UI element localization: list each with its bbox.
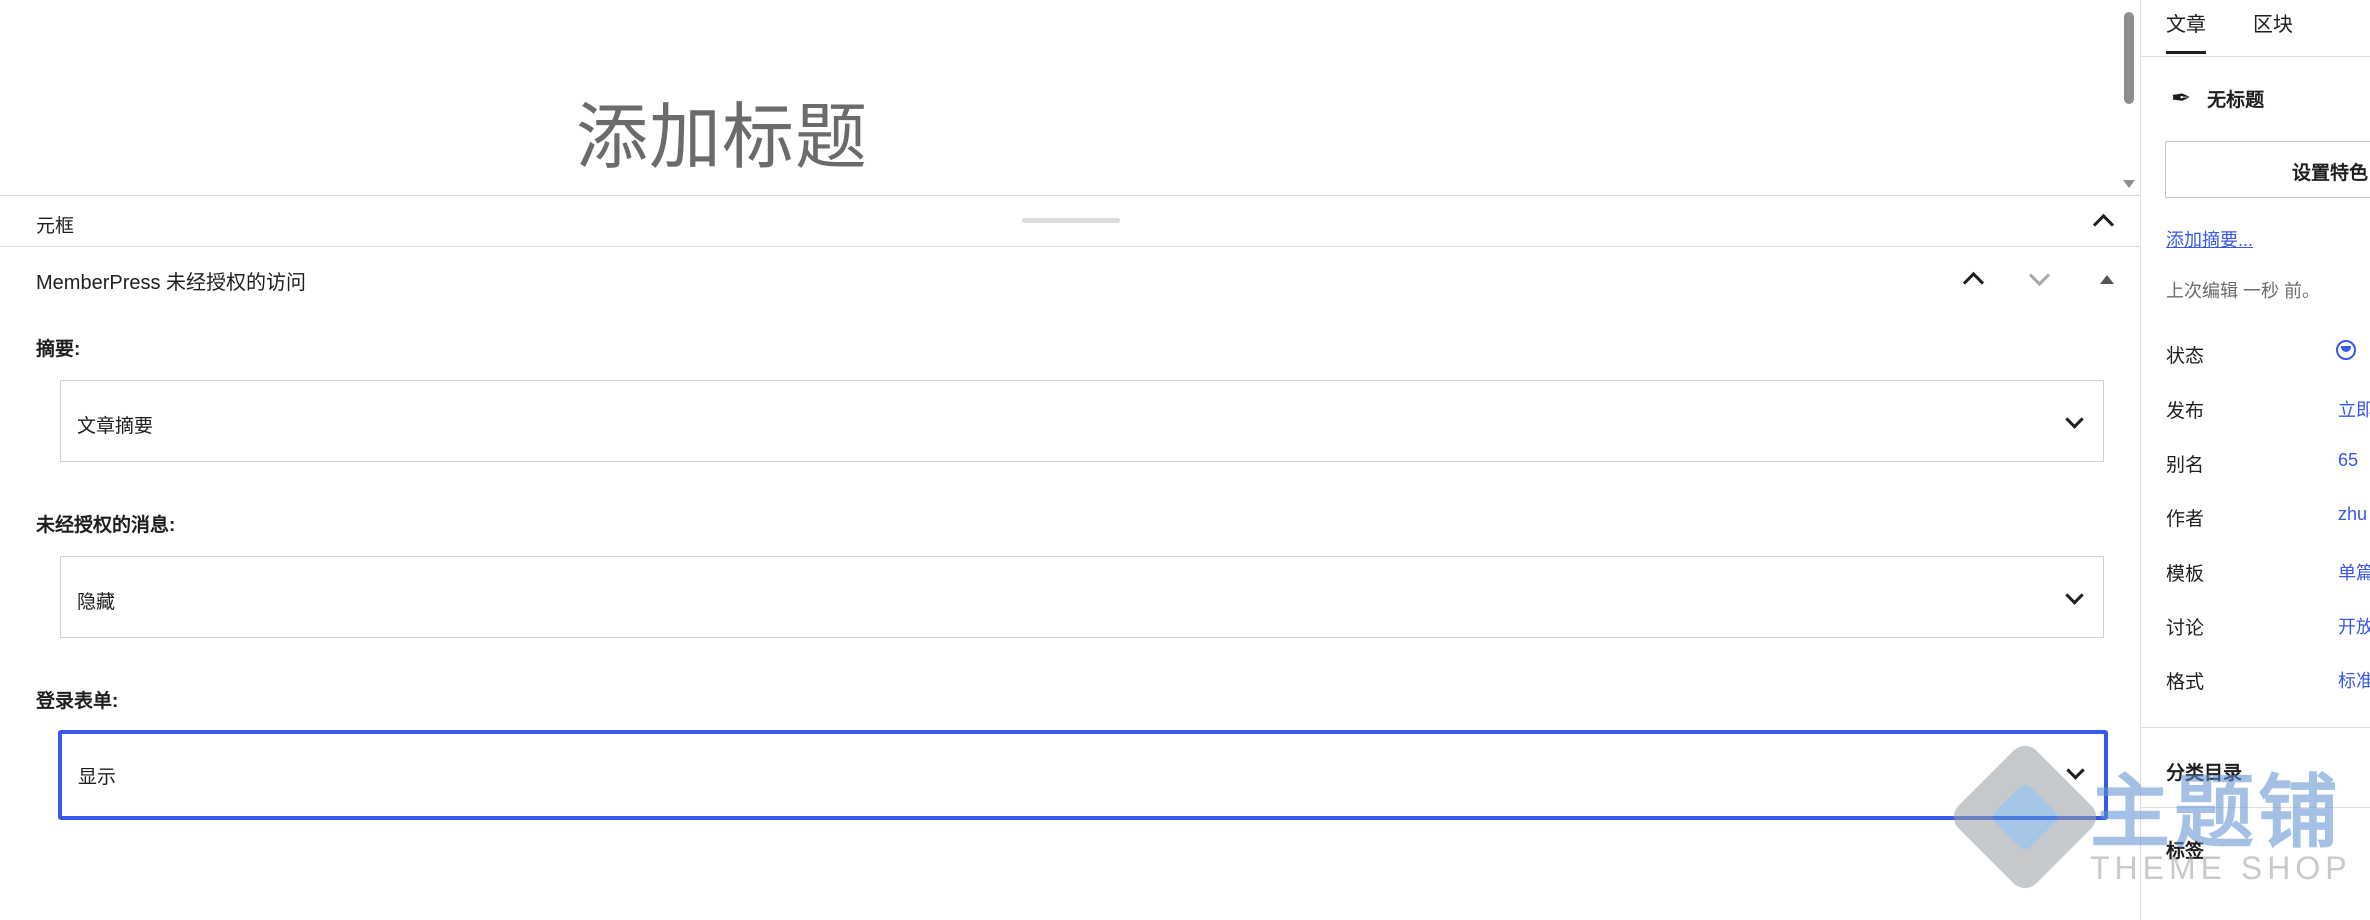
- chevron-up-icon: [2092, 213, 2114, 236]
- meta-key-publish: 发布: [2166, 401, 2205, 422]
- meta-row-template: 模板 单篇: [2166, 559, 2370, 589]
- post-summary: ✒ 无标题: [2171, 84, 2264, 113]
- meta-row-format: 格式 标准: [2166, 667, 2370, 697]
- meta-key-slug: 别名: [2166, 455, 2205, 476]
- meta-row-publish: 发布 立即: [2166, 396, 2370, 426]
- add-excerpt-link[interactable]: 添加摘要...: [2166, 226, 2253, 252]
- chevron-up-icon: [1962, 271, 1984, 294]
- meta-key-discussion: 讨论: [2166, 618, 2205, 639]
- chevron-down-icon: [2028, 264, 2050, 287]
- meta-key-template: 模板: [2166, 564, 2205, 585]
- status-draft-icon[interactable]: [2336, 340, 2356, 360]
- login-form-label: 登录表单:: [36, 691, 119, 712]
- feather-icon: ✒: [2171, 85, 2192, 112]
- set-featured-image-button[interactable]: 设置特色: [2165, 141, 2370, 198]
- meta-key-format: 格式: [2166, 672, 2205, 693]
- unauthorized-message-select[interactable]: 隐藏: [60, 556, 2104, 638]
- scrollbar-thumb[interactable]: [2124, 12, 2134, 104]
- chevron-down-icon: [2065, 586, 2084, 605]
- collapse-metabox-area-button[interactable]: [2086, 204, 2120, 238]
- meta-row-slug: 别名 65: [2166, 450, 2370, 480]
- last-edited-text: 上次编辑 一秒 前。: [2166, 281, 2321, 301]
- meta-value-discussion[interactable]: 开放: [2338, 613, 2370, 639]
- unauthorized-message-label: 未经授权的消息:: [36, 515, 176, 536]
- resize-drag-handle[interactable]: [1022, 218, 1120, 223]
- chevron-down-icon: [2065, 410, 2084, 429]
- meta-row-discussion: 讨论 开放: [2166, 613, 2370, 643]
- scroll-down-arrow-icon[interactable]: [2123, 180, 2135, 188]
- panel-toggle-button[interactable]: [1956, 262, 1990, 296]
- login-form-select-value: 显示: [78, 767, 117, 788]
- excerpt-label: 摘要:: [36, 339, 81, 360]
- meta-value-publish[interactable]: 立即: [2338, 396, 2370, 422]
- tab-post[interactable]: 文章: [2166, 8, 2206, 54]
- watermark-logo: 主题铺 THEME SHOP: [1940, 738, 2360, 898]
- meta-value-template[interactable]: 单篇: [2338, 559, 2370, 585]
- unauthorized-message-select-value: 隐藏: [77, 592, 116, 613]
- sidebar-tabs: 文章 区块: [2141, 0, 2370, 57]
- meta-value-slug[interactable]: 65: [2338, 450, 2358, 471]
- move-up-button[interactable]: [2090, 262, 2124, 296]
- meta-row-status: 状态: [2166, 340, 2370, 371]
- post-name: 无标题: [2207, 90, 2265, 111]
- meta-key-author: 作者: [2166, 509, 2205, 530]
- meta-row-author: 作者 zhu: [2166, 504, 2370, 534]
- set-featured-image-label: 设置特色: [2292, 163, 2369, 184]
- editor-scrollbar[interactable]: [2118, 0, 2140, 196]
- memberpress-panel-heading: MemberPress 未经授权的访问: [36, 272, 307, 294]
- tab-block[interactable]: 区块: [2253, 8, 2293, 51]
- meta-value-author[interactable]: zhu: [2338, 504, 2367, 525]
- watermark-en-text: THEME SHOP: [2090, 850, 2352, 886]
- meta-value-format[interactable]: 标准: [2338, 667, 2370, 693]
- meta-key-status: 状态: [2166, 346, 2205, 367]
- title-area: 添加标题: [0, 0, 2120, 196]
- editor-canvas: 添加标题 元框 MemberPress 未经授权的访问 摘要: 文章摘要 未经授…: [0, 0, 2140, 920]
- triangle-up-icon: [2100, 274, 2114, 284]
- watermark-cn-text: 主题铺: [2090, 768, 2342, 857]
- login-form-select[interactable]: 显示: [58, 730, 2108, 820]
- metabox-area-title: 元框: [36, 216, 75, 237]
- metabox-area-bar: 元框: [0, 195, 2140, 247]
- excerpt-select-value: 文章摘要: [77, 416, 154, 437]
- post-title-input[interactable]: 添加标题: [576, 78, 868, 183]
- excerpt-select[interactable]: 文章摘要: [60, 380, 2104, 462]
- theme-shop-logo-icon: [1947, 739, 2103, 895]
- move-down-button[interactable]: [2022, 262, 2056, 296]
